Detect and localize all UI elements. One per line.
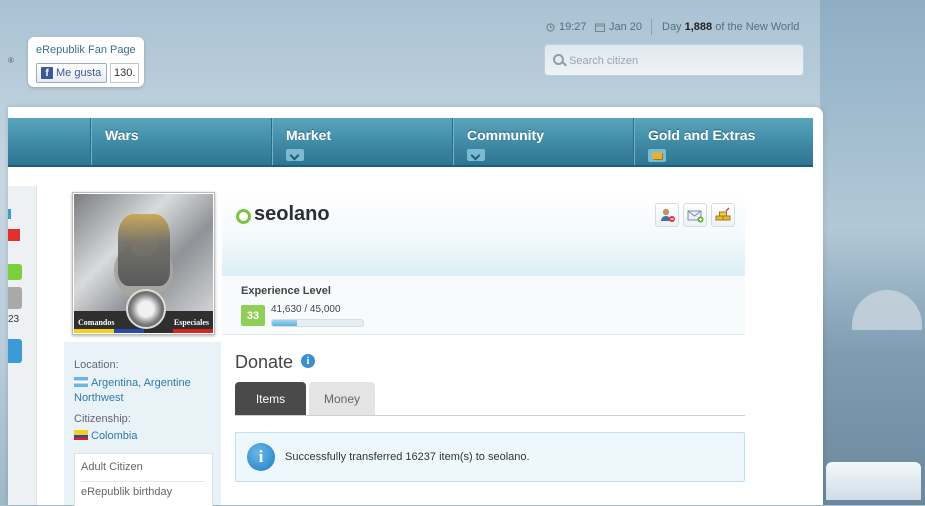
sidebar-number: 23 <box>8 314 20 325</box>
nav-item-wars[interactable]: Wars <box>90 118 272 165</box>
search-box <box>544 44 804 76</box>
nav-label: Community <box>467 127 544 143</box>
location-value: Argentina, Argentine Northwest <box>74 377 191 404</box>
chevron-down-icon[interactable] <box>467 149 485 161</box>
citizenship-label: Citizenship: <box>74 413 131 425</box>
like-label: Me gusta <box>56 67 102 79</box>
fan-page-box: eRepublik Fan Page f Me gusta 130. <box>28 37 144 87</box>
colombia-flag-icon <box>74 430 88 440</box>
nav-item-market[interactable]: Market <box>271 118 453 165</box>
nav-item-home[interactable] <box>8 118 90 165</box>
experience-label: Experience Level <box>241 285 331 297</box>
add-friend-icon <box>661 208 675 222</box>
emblem-icon <box>126 289 166 329</box>
registered-mark: ® <box>8 56 14 65</box>
username: seolano <box>254 203 330 225</box>
flag-stripe-red <box>173 329 213 333</box>
server-time: 19:27 <box>546 21 587 33</box>
nav-label: Gold and Extras <box>648 127 756 143</box>
avatar-caption-right: Especiales <box>173 318 209 327</box>
sidebar-blue-button[interactable] <box>8 339 22 363</box>
citizenship-value: Colombia <box>91 430 138 442</box>
success-message-text: Successfully transferred 16237 item(s) t… <box>285 451 530 463</box>
sidebar-grey-button[interactable] <box>8 287 22 309</box>
tab-items[interactable]: Items <box>235 382 306 415</box>
warrior-figure <box>118 214 170 286</box>
clock-icon <box>546 22 555 32</box>
avatar-image: Comandos Especiales <box>74 194 213 333</box>
mail-icon <box>687 210 704 223</box>
birthday-label: eRepublik birthday <box>81 486 173 498</box>
gold-bars-icon <box>715 207 731 221</box>
avatar-caption-left: Comandos <box>78 318 115 327</box>
day-suffix: of the New World <box>715 21 800 33</box>
experience-progress-fill <box>272 320 298 326</box>
time-text: 19:27 <box>559 21 587 33</box>
like-count: 130. <box>110 63 140 83</box>
search-input[interactable] <box>567 51 791 71</box>
tab-money[interactable]: Money <box>309 382 375 415</box>
sidebar-accent <box>8 209 11 219</box>
facebook-icon: f <box>41 67 53 79</box>
gold-icon[interactable] <box>648 149 666 162</box>
background-snow-roof <box>826 462 921 500</box>
fan-page-link[interactable]: eRepublik Fan Page <box>36 44 136 56</box>
chevron-down-icon[interactable] <box>286 149 304 161</box>
date-text: Jan 20 <box>609 21 643 33</box>
nav-item-community[interactable]: Community <box>452 118 634 165</box>
sidebar-green-button[interactable] <box>8 264 22 280</box>
experience-progress-text: 41,630 / 45,000 <box>271 304 341 315</box>
info-icon[interactable]: i <box>301 354 315 368</box>
nav-item-gold-and-extras[interactable]: Gold and Extras <box>633 118 814 165</box>
avatar[interactable]: Comandos Especiales <box>72 192 215 335</box>
day-prefix: Day <box>662 21 682 33</box>
info-circle-icon: i <box>247 443 275 471</box>
location-link[interactable]: Argentina, Argentine Northwest <box>74 376 214 406</box>
level-badge: 33 <box>241 305 265 326</box>
location-label: Location: <box>74 359 119 371</box>
donate-title: Donate <box>235 352 294 372</box>
online-status-icon <box>236 209 251 224</box>
server-date: Jan 20 <box>595 21 642 33</box>
country-flag-icon <box>8 229 20 241</box>
tab-divider <box>235 415 745 416</box>
divider <box>81 481 205 482</box>
facebook-like-button[interactable]: f Me gusta <box>36 63 108 83</box>
citizenship-link[interactable]: Colombia <box>74 430 137 442</box>
donate-gold-button[interactable] <box>711 203 735 227</box>
nav-label: Market <box>286 127 332 143</box>
experience-progress-bar <box>271 319 364 327</box>
search-icon <box>553 54 564 65</box>
background-scenery <box>820 0 925 505</box>
citizen-details: Adult Citizen eRepublik birthday <box>74 453 213 506</box>
flag-stripe-blue <box>114 329 144 333</box>
day-number: 1,888 <box>684 21 713 33</box>
send-message-button[interactable] <box>683 203 707 227</box>
nav-label: Wars <box>105 127 139 143</box>
calendar-icon <box>595 23 605 32</box>
argentina-flag-icon <box>74 377 88 387</box>
day-counter: Day 1,888 of the New World <box>662 21 799 33</box>
add-friend-button[interactable] <box>655 203 679 227</box>
topbar-divider <box>651 19 652 35</box>
main-nav: Wars Market Community Gold and Extras <box>8 118 813 167</box>
citizen-type: Adult Citizen <box>81 461 143 473</box>
flag-stripe-yellow <box>74 329 114 333</box>
